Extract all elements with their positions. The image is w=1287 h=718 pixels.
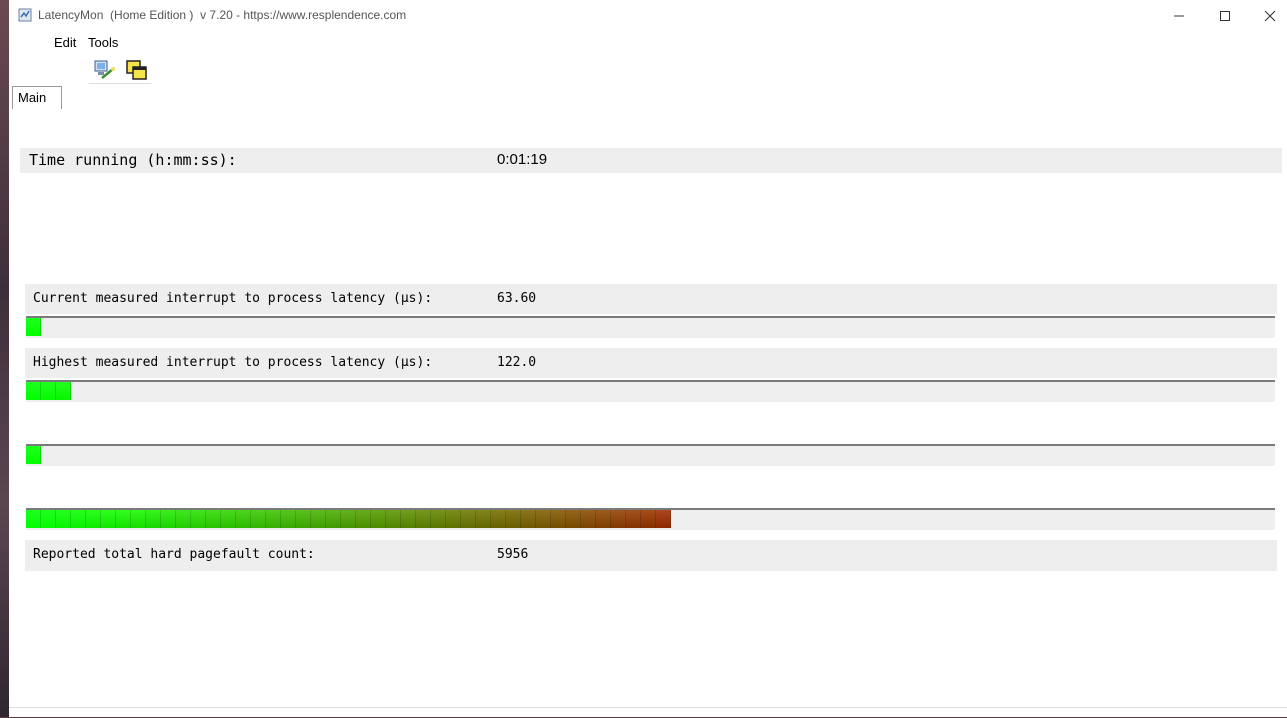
bar-segment — [641, 510, 656, 528]
bar-segment — [116, 510, 131, 528]
monitor-wand-icon — [94, 60, 115, 79]
bar-segment — [251, 510, 266, 528]
windows-stack-icon — [126, 60, 147, 80]
highest-latency-panel: Highest measured interrupt to process la… — [25, 348, 1277, 378]
bar-segment — [341, 510, 356, 528]
pagefault-bar — [26, 508, 1275, 530]
bar-segment — [656, 510, 671, 528]
menu-bar: Edit Tools — [9, 31, 1287, 53]
highest-latency-label: Highest measured interrupt to process la… — [33, 355, 433, 370]
bar-segment — [41, 510, 56, 528]
bar-segment — [626, 510, 641, 528]
bar-segment — [566, 510, 581, 528]
bar-segment — [431, 510, 446, 528]
bar-segment — [236, 510, 251, 528]
tab-main[interactable]: Main — [12, 86, 62, 109]
time-running-panel: Time running (h:mm:ss): 0:01:19 — [20, 148, 1282, 173]
bar-segment — [326, 510, 341, 528]
bar-segment — [41, 382, 56, 400]
bar-segment — [281, 510, 296, 528]
bar-segment — [551, 510, 566, 528]
current-latency-value: 63.60 — [497, 291, 537, 306]
bar-segment — [266, 510, 281, 528]
bar-segment — [416, 510, 431, 528]
menu-edit[interactable]: Edit — [54, 35, 76, 50]
bar-segment — [581, 510, 596, 528]
bar-segment — [446, 510, 461, 528]
bar-segment — [371, 510, 386, 528]
bar-segment — [56, 382, 71, 400]
app-icon — [18, 8, 32, 22]
bar-segment — [161, 510, 176, 528]
bar-segment — [26, 446, 41, 464]
pagefault-value: 5956 — [497, 547, 529, 562]
status-bar — [9, 707, 1287, 718]
tab-main-label: Main — [18, 90, 47, 105]
highest-latency-value: 122.0 — [497, 355, 537, 370]
current-latency-bar — [26, 316, 1275, 338]
window-title: LatencyMon (Home Edition ) v 7.20 - http… — [38, 8, 407, 22]
bar-segment — [146, 510, 161, 528]
bar-segment — [611, 510, 626, 528]
menu-tools[interactable]: Tools — [88, 35, 118, 50]
desktop-background — [0, 0, 9, 717]
current-latency-panel: Current measured interrupt to process la… — [25, 284, 1277, 314]
stop-monitor-button[interactable] — [125, 58, 149, 82]
bar-segment — [596, 510, 611, 528]
start-monitor-button[interactable] — [92, 58, 116, 82]
minimize-button[interactable] — [1156, 0, 1202, 31]
minimize-icon — [1174, 15, 1184, 16]
bar-segment — [536, 510, 551, 528]
bar-segment — [521, 510, 536, 528]
bar-segment — [461, 510, 476, 528]
bar-segment — [86, 510, 101, 528]
bar-segment — [491, 510, 506, 528]
interrupt-bar-fill — [26, 446, 41, 464]
bar-segment — [56, 510, 71, 528]
bar-segment — [176, 510, 191, 528]
bar-segment — [26, 382, 41, 400]
bar-segment — [131, 510, 146, 528]
latencymon-window: LatencyMon (Home Edition ) v 7.20 - http… — [9, 0, 1287, 717]
bar-segment — [401, 510, 416, 528]
highest-latency-bar — [26, 380, 1275, 402]
bar-segment — [311, 510, 326, 528]
bar-segment — [506, 510, 521, 528]
bar-segment — [386, 510, 401, 528]
bar-segment — [476, 510, 491, 528]
pagefault-panel: Reported total hard pagefault count: 595… — [25, 540, 1277, 571]
pagefault-bar-fill — [26, 510, 671, 528]
time-running-label: Time running (h:mm:ss): — [29, 151, 237, 169]
bar-segment — [101, 510, 116, 528]
title-bar[interactable]: LatencyMon (Home Edition ) v 7.20 - http… — [9, 0, 1287, 31]
bar-segment — [71, 510, 86, 528]
toolbar-separator — [89, 83, 151, 84]
maximize-icon — [1220, 10, 1230, 21]
close-button[interactable] — [1247, 0, 1287, 31]
highest-latency-bar-fill — [26, 382, 71, 400]
bar-segment — [26, 510, 41, 528]
maximize-button[interactable] — [1202, 0, 1248, 31]
bar-segment — [356, 510, 371, 528]
time-running-value: 0:01:19 — [497, 151, 548, 168]
close-icon — [1264, 10, 1276, 21]
current-latency-label: Current measured interrupt to process la… — [33, 291, 433, 306]
interrupt-bar — [26, 444, 1275, 466]
bar-segment — [221, 510, 236, 528]
bar-segment — [206, 510, 221, 528]
bar-segment — [296, 510, 311, 528]
pagefault-label: Reported total hard pagefault count: — [33, 547, 315, 562]
current-latency-bar-fill — [26, 318, 41, 336]
bar-segment — [191, 510, 206, 528]
bar-segment — [26, 318, 41, 336]
